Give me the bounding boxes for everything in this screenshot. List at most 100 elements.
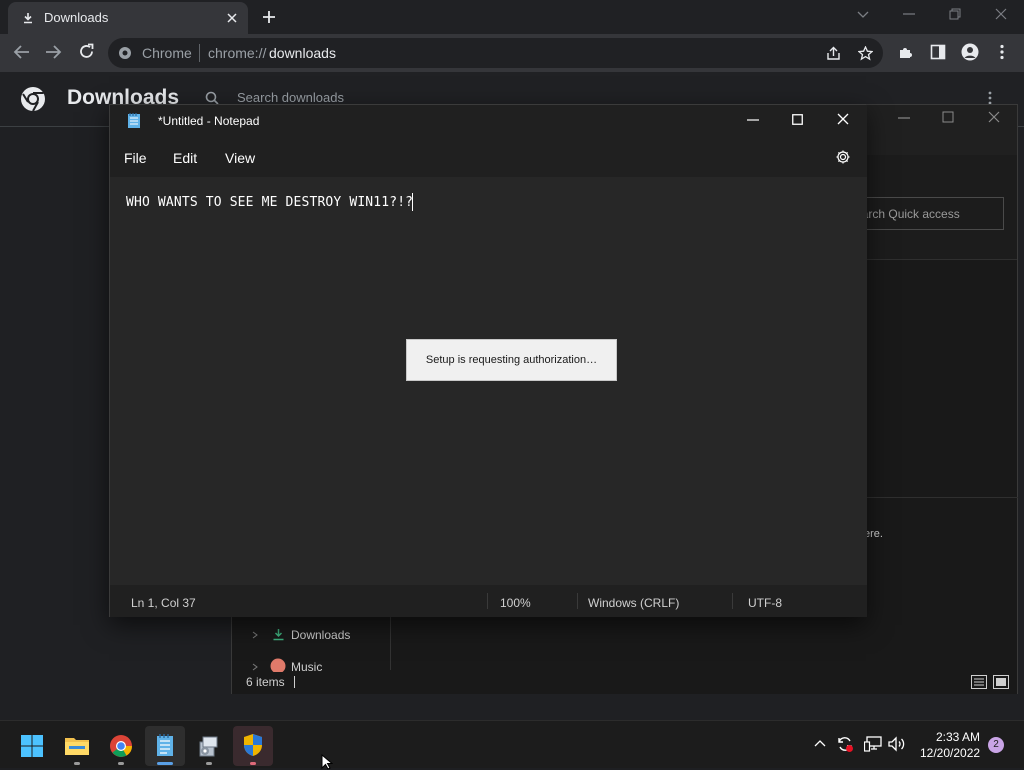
encoding: UTF-8 <box>748 596 782 610</box>
notepad-titlebar[interactable]: *Untitled - Notepad <box>110 105 867 137</box>
chrome-logo-icon <box>21 87 45 112</box>
line-endings: Windows (CRLF) <box>588 596 680 610</box>
browser-toolbar: Chrome chrome:// downloads <box>0 34 1024 72</box>
back-icon[interactable] <box>13 44 31 60</box>
update-sync-icon[interactable] <box>836 735 854 753</box>
status-separator <box>294 676 295 688</box>
nav-item-label: Music <box>291 660 323 672</box>
clock-date: 12/20/2022 <box>920 746 981 760</box>
extensions-puzzle-icon[interactable] <box>898 44 914 60</box>
clock-time: 2:33 AM <box>936 730 981 744</box>
reload-icon[interactable] <box>78 43 95 60</box>
taskbar-uac-prompt[interactable] <box>233 726 273 766</box>
menu-edit[interactable]: Edit <box>173 150 197 166</box>
cursor-position: Ln 1, Col 37 <box>131 596 196 610</box>
start-icon <box>21 735 43 757</box>
running-indicator <box>74 762 80 765</box>
item-count: 6 items <box>246 675 285 689</box>
menu-view[interactable]: View <box>225 150 255 166</box>
taskbar-notepad[interactable] <box>145 726 185 766</box>
tiles-view-icon[interactable] <box>993 675 1009 689</box>
taskbar: 2:33 AM 12/20/2022 2 <box>0 720 1024 770</box>
authorization-message: Setup is requesting authorization… <box>425 354 598 366</box>
share-icon[interactable] <box>826 46 841 61</box>
setup-authorization-dialog: Setup is requesting authorization… <box>406 339 617 381</box>
taskbar-setup[interactable] <box>189 726 229 766</box>
nav-pane-divider <box>390 610 391 670</box>
explorer-close-icon[interactable] <box>988 111 1000 123</box>
taskbar-chrome[interactable] <box>101 726 141 766</box>
clock[interactable]: 2:33 AM 12/20/2022 <box>914 727 984 763</box>
status-divider <box>487 593 488 609</box>
omnibox-divider <box>199 44 200 62</box>
address-bar[interactable]: Chrome chrome:// downloads <box>108 38 883 68</box>
details-view-icon[interactable] <box>971 675 987 689</box>
notepad-maximize-icon[interactable] <box>792 114 803 125</box>
status-divider <box>732 593 733 609</box>
new-tab-icon[interactable] <box>262 10 276 24</box>
close-window-icon[interactable] <box>995 8 1007 20</box>
search-icon <box>205 91 219 105</box>
music-folder-icon <box>270 658 286 672</box>
notepad-text-area[interactable]: WHO WANTS TO SEE ME DESTROY WIN11?!? <box>110 177 867 585</box>
setup-icon <box>199 736 218 757</box>
url-path: downloads <box>269 45 336 61</box>
notepad-icon <box>157 734 173 756</box>
tab-title: Downloads <box>44 10 109 25</box>
explorer-hint-text: ere. <box>864 528 883 540</box>
notepad-status-bar: Ln 1, Col 37 100% Windows (CRLF) UTF-8 <box>110 585 867 617</box>
chrome-menu-kebab-icon[interactable] <box>999 44 1005 60</box>
explorer-status-bar: 6 items <box>232 672 1017 694</box>
notepad-minimize-icon[interactable] <box>747 119 759 121</box>
active-indicator <box>157 762 173 765</box>
url-scheme: chrome:// <box>208 45 267 61</box>
bookmark-star-icon[interactable] <box>858 46 873 61</box>
chrome-icon <box>110 735 132 757</box>
explorer-divider <box>866 497 1018 498</box>
notification-count: 2 <box>993 739 999 750</box>
site-chip-label: Chrome <box>142 45 192 61</box>
expand-chevron-icon[interactable] <box>252 631 258 639</box>
attention-indicator <box>250 762 256 765</box>
zoom-level: 100% <box>500 596 531 610</box>
tab-downloads[interactable]: Downloads <box>8 2 248 34</box>
nav-item-music[interactable]: Music <box>242 657 382 672</box>
tab-search-chevron-icon[interactable] <box>857 9 869 19</box>
tab-strip: Downloads <box>0 0 1024 34</box>
minimize-icon[interactable] <box>903 13 915 15</box>
nav-item-downloads[interactable]: Downloads <box>242 625 382 645</box>
notepad-close-icon[interactable] <box>837 113 849 125</box>
network-icon[interactable] <box>864 736 882 752</box>
downloads-menu-kebab-icon[interactable] <box>987 91 993 105</box>
text-caret <box>412 193 413 211</box>
show-hidden-icons-chevron-icon[interactable] <box>814 739 826 747</box>
explorer-search-input[interactable]: Search Quick access <box>854 197 1004 230</box>
uac-shield-icon <box>244 734 262 756</box>
downloads-folder-icon <box>273 629 284 641</box>
expand-chevron-icon[interactable] <box>252 663 258 671</box>
menu-file[interactable]: File <box>124 150 147 166</box>
nav-item-label: Downloads <box>291 628 351 642</box>
status-divider <box>577 593 578 609</box>
notepad-menu-bar: File Edit View <box>110 137 867 177</box>
volume-icon[interactable] <box>888 736 906 752</box>
profile-avatar-icon[interactable] <box>961 43 979 61</box>
explorer-minimize-icon[interactable] <box>898 117 910 119</box>
taskbar-file-explorer[interactable] <box>57 726 97 766</box>
explorer-maximize-icon[interactable] <box>942 111 954 123</box>
notification-badge[interactable]: 2 <box>988 737 1004 753</box>
side-panel-icon[interactable] <box>930 44 946 60</box>
running-indicator <box>118 762 124 765</box>
explorer-search-placeholder: Search Quick access <box>854 207 960 221</box>
download-icon <box>24 13 32 24</box>
notepad-app-icon <box>128 113 140 128</box>
settings-gear-icon[interactable] <box>835 149 851 165</box>
search-downloads-input[interactable]: Search downloads <box>237 90 344 105</box>
restore-icon[interactable] <box>949 8 961 20</box>
document-text: WHO WANTS TO SEE ME DESTROY WIN11?!? <box>126 195 414 210</box>
chrome-site-icon <box>119 47 131 59</box>
forward-icon[interactable] <box>44 44 62 60</box>
close-tab-icon[interactable] <box>226 12 238 24</box>
running-indicator <box>206 762 212 765</box>
start-button[interactable] <box>12 726 52 766</box>
